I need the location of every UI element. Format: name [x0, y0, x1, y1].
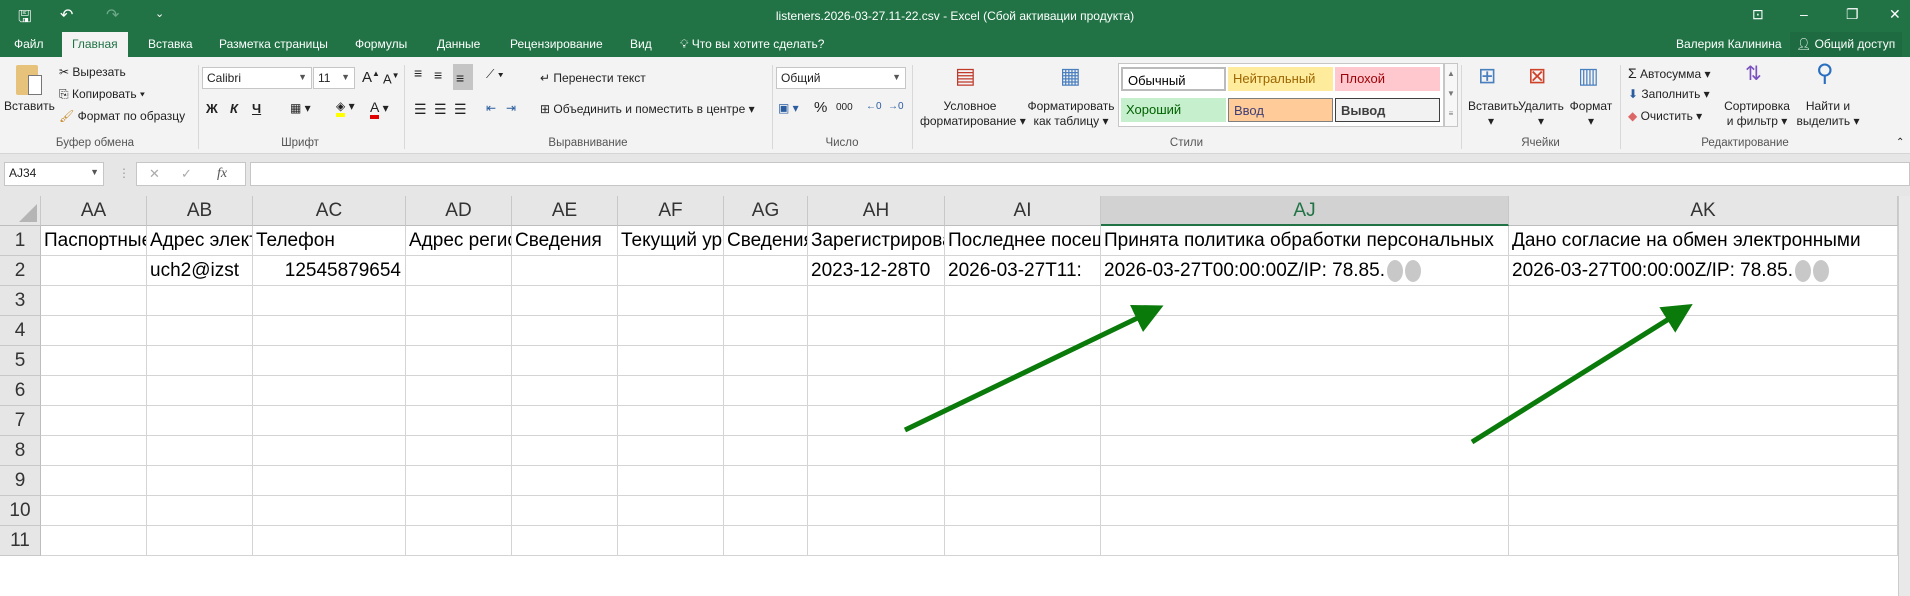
annotation-arrow: [1470, 304, 1693, 445]
annotation-layer: [903, 304, 1693, 445]
annotation-arrow: [903, 304, 1164, 433]
